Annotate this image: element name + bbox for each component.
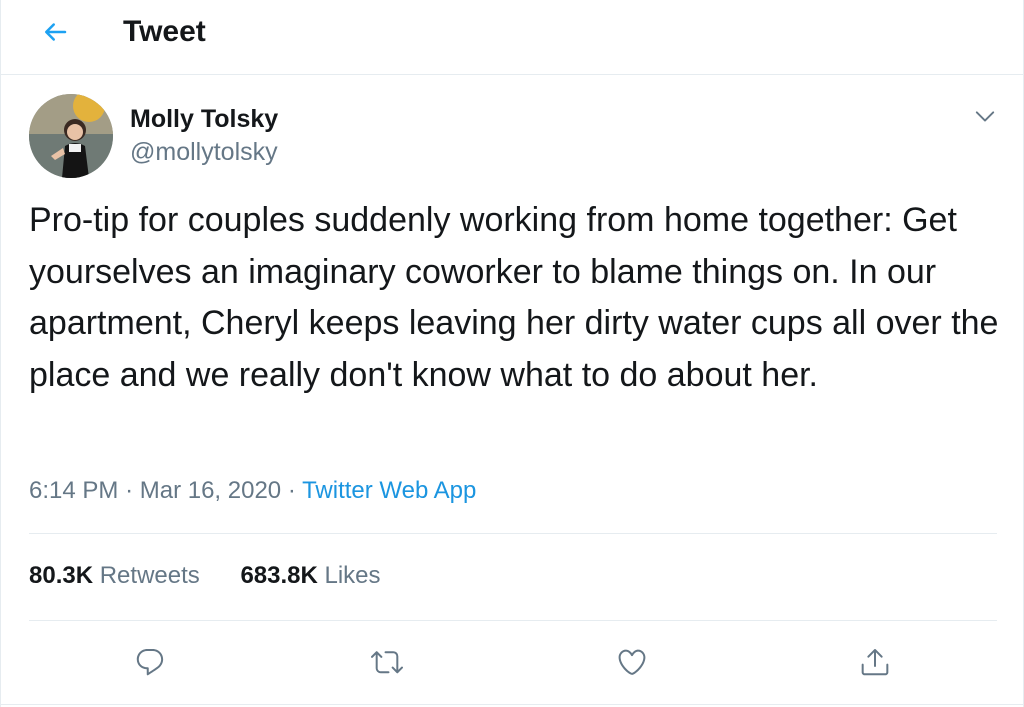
author-handle[interactable]: @mollytolsky [130,137,278,167]
share-button[interactable] [855,642,895,682]
tweet-actions [1,638,1023,686]
retweets-label: Retweets [99,562,200,589]
tweet-page: Tweet Molly Tolsky @mollytolsky Pro-tip … [0,0,1024,707]
meta-separator: · [287,477,296,504]
tweet-stats: 80.3K Retweets 683.8K Likes [29,561,381,591]
likes-label: Likes [324,562,381,589]
back-button[interactable] [37,14,73,50]
retweets-stat[interactable]: 80.3K Retweets [29,561,200,591]
likes-count: 683.8K [240,562,318,589]
reply-button[interactable] [130,642,170,682]
chevron-down-icon [975,111,995,122]
page-title: Tweet [123,15,206,48]
more-options-button[interactable] [969,100,1001,132]
page-header: Tweet [1,0,1023,75]
divider [29,533,997,534]
divider [29,620,997,621]
arrow-left-icon [45,23,67,41]
tweet-meta: 6:14 PM · Mar 16, 2020 · Twitter Web App [29,476,476,506]
bottom-border [1,704,1023,705]
retweet-button[interactable] [367,642,407,682]
retweet-icon [371,651,403,674]
tweet-date[interactable]: Mar 16, 2020 [140,477,281,504]
like-button[interactable] [612,642,652,682]
share-icon [861,649,889,676]
reply-icon [136,648,164,676]
tweet-time[interactable]: 6:14 PM [29,477,118,504]
tweet-text: Pro-tip for couples suddenly working fro… [29,201,999,394]
meta-separator: · [125,477,134,504]
author-name[interactable]: Molly Tolsky [130,104,278,134]
avatar-image [29,94,113,178]
tweet-source-link[interactable]: Twitter Web App [302,477,476,504]
avatar[interactable] [29,94,113,178]
likes-stat[interactable]: 683.8K Likes [240,561,380,591]
heart-icon [618,649,646,675]
retweets-count: 80.3K [29,562,94,589]
